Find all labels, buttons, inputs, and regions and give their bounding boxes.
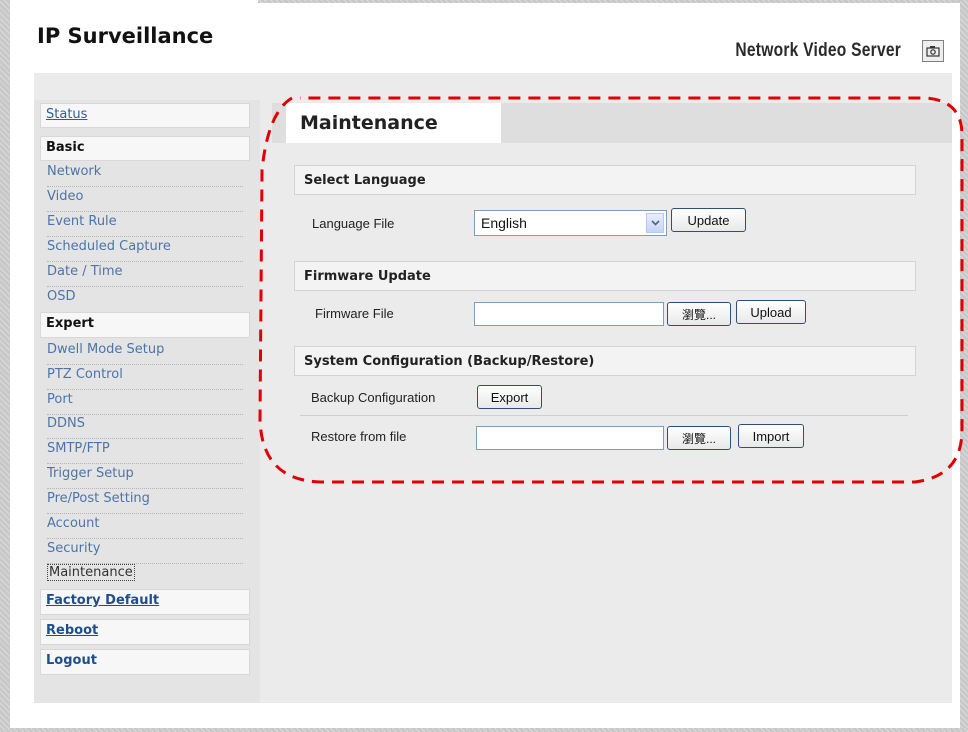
sidebar-item-reboot[interactable]: Reboot [40,619,250,645]
language-select-value: English [481,215,527,231]
sidebar-item-label[interactable]: Maintenance [47,564,135,581]
sidebar-section-basic: Basic [40,136,250,161]
sidebar-item-label[interactable]: Security [47,541,100,556]
upload-button[interactable]: Upload [736,300,806,324]
page-title: Maintenance [300,112,438,134]
sidebar-item-pre-post-setting[interactable]: Pre/Post Setting [47,489,243,514]
sidebar-item-maintenance[interactable]: Maintenance [47,563,243,588]
sidebar-item-label[interactable]: Video [47,189,83,204]
sidebar-item-label[interactable]: SMTP/FTP [47,441,110,456]
divider [300,415,908,416]
section-heading: Select Language [304,173,426,188]
section-system-configuration: System Configuration (Backup/Restore) [294,346,916,376]
sidebar-item-trigger-setup[interactable]: Trigger Setup [47,464,243,489]
sidebar-item-label[interactable]: Trigger Setup [47,466,134,481]
sidebar-item-status[interactable]: Status [40,103,250,128]
reboot-link[interactable]: Reboot [46,623,98,638]
restore-file-input[interactable] [476,426,664,450]
sidebar-item-video[interactable]: Video [47,187,243,212]
import-button[interactable]: Import [738,424,804,448]
factory-default-link[interactable]: Factory Default [46,593,159,608]
sidebar-item-label[interactable]: Date / Time [47,264,123,279]
logout-link[interactable]: Logout [46,653,97,668]
restore-from-file-label: Restore from file [311,429,407,444]
sidebar-item-factory-default[interactable]: Factory Default [40,589,250,615]
chevron-down-icon[interactable] [646,213,664,233]
sidebar-item-dwell-mode-setup[interactable]: Dwell Mode Setup [47,340,243,365]
brand-title: IP Surveillance [37,24,214,48]
export-button[interactable]: Export [477,385,542,409]
sidebar-section-expert-label: Expert [46,316,95,331]
sidebar-item-ptz-control[interactable]: PTZ Control [47,365,243,390]
sidebar-item-label[interactable]: Scheduled Capture [47,239,171,254]
sidebar-item-status-label[interactable]: Status [46,107,87,122]
sidebar-item-label[interactable]: DDNS [47,416,85,431]
sidebar-item-account[interactable]: Account [47,514,243,539]
backup-configuration-label: Backup Configuration [311,390,436,405]
sidebar-item-scheduled-capture[interactable]: Scheduled Capture [47,237,243,262]
camera-icon [926,46,940,57]
restore-browse-button[interactable]: 瀏覽... [667,426,731,450]
sidebar-item-event-rule[interactable]: Event Rule [47,212,243,237]
firmware-file-input[interactable] [474,302,664,326]
sidebar-item-label[interactable]: Port [47,392,73,407]
language-file-label: Language File [312,216,395,231]
sidebar-item-label[interactable]: Account [47,516,100,531]
section-select-language: Select Language [294,165,916,195]
sidebar-section-basic-label: Basic [46,140,85,155]
sidebar-item-osd[interactable]: OSD [47,287,243,312]
sidebar-item-logout[interactable]: Logout [40,649,250,675]
sidebar-item-security[interactable]: Security [47,539,243,564]
sidebar-item-ddns[interactable]: DDNS [47,414,243,439]
sidebar-item-label[interactable]: PTZ Control [47,367,123,382]
sidebar-item-label[interactable]: Event Rule [47,214,117,229]
sidebar-item-label[interactable]: Network [47,164,101,179]
sidebar-item-port[interactable]: Port [47,390,243,415]
frame-edge-left [0,0,10,732]
sidebar-item-label[interactable]: OSD [47,289,76,304]
frame-edge-bottom [0,728,968,732]
update-button[interactable]: Update [671,208,746,232]
sidebar-item-network[interactable]: Network [47,162,243,187]
snapshot-button[interactable] [922,40,944,62]
firmware-file-label: Firmware File [315,306,394,321]
section-heading: Firmware Update [304,269,431,284]
sidebar-item-label[interactable]: Pre/Post Setting [47,491,150,506]
firmware-browse-button[interactable]: 瀏覽... [667,302,731,326]
language-select[interactable]: English [474,210,667,236]
sidebar-item-label[interactable]: Dwell Mode Setup [47,342,164,357]
sidebar-item-smtp-ftp[interactable]: SMTP/FTP [47,439,243,464]
sidebar-item-date-time[interactable]: Date / Time [47,262,243,287]
section-firmware-update: Firmware Update [294,261,916,291]
sidebar-section-expert: Expert [40,312,250,338]
frame-edge-right [960,0,968,732]
section-heading: System Configuration (Backup/Restore) [304,354,595,369]
product-name: Network Video Server [735,40,901,61]
